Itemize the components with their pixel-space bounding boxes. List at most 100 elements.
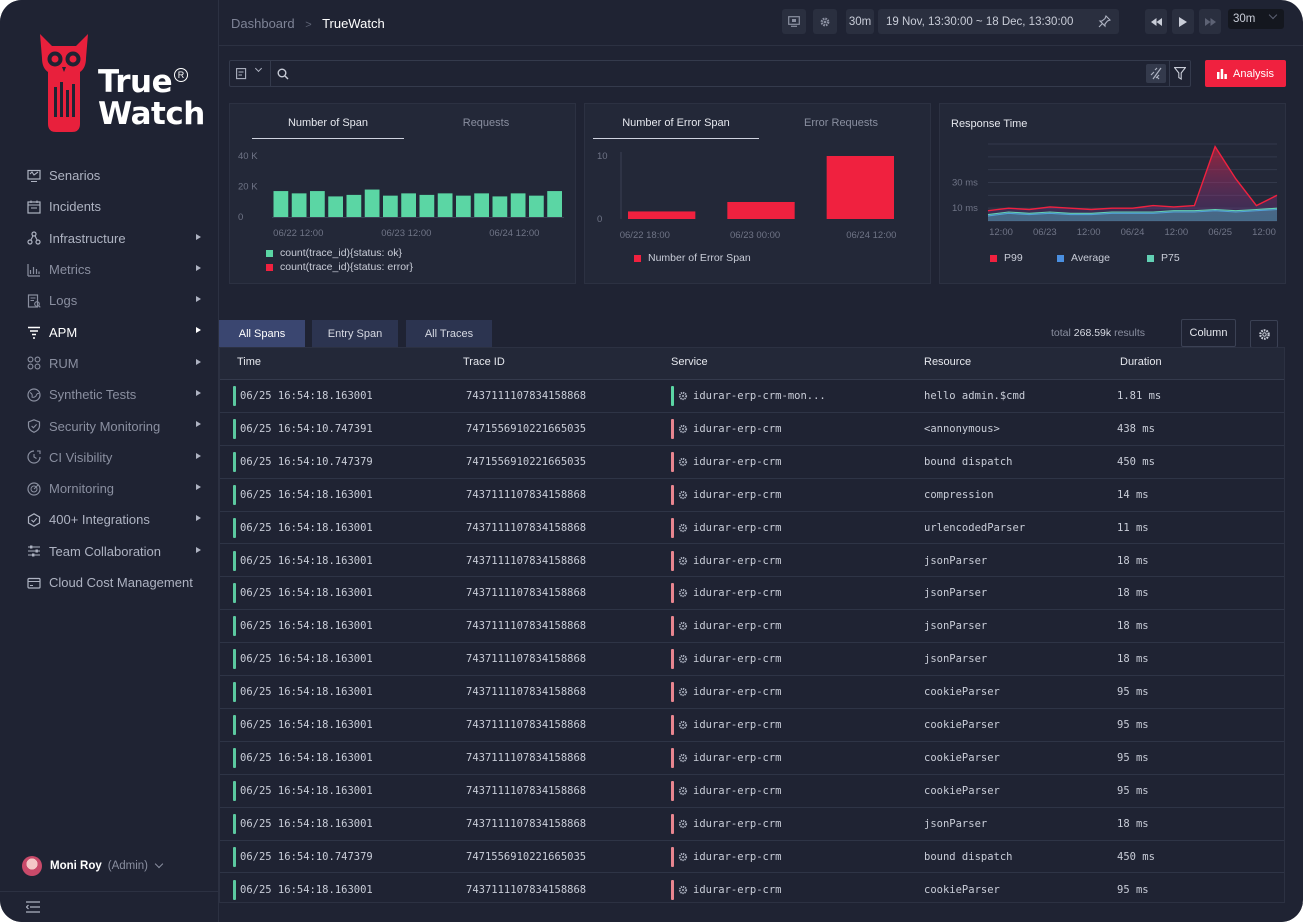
time-preset-button[interactable]: 30m: [846, 9, 874, 34]
cell-trace-id[interactable]: 7437111107834158868: [466, 653, 586, 665]
cell-service[interactable]: idurar-erp-crm: [693, 653, 782, 665]
table-row[interactable]: 06/25 16:54:18.163001 7437111107834158868…: [220, 709, 1284, 742]
screen-icon: [788, 16, 800, 27]
table-row[interactable]: 06/25 16:54:18.163001 7437111107834158868…: [220, 577, 1284, 611]
table-row[interactable]: 06/25 16:54:18.163001 7437111107834158868…: [220, 643, 1284, 677]
table-row[interactable]: 06/25 16:54:18.163001 7437111107834158868…: [220, 775, 1284, 808]
table-row[interactable]: 06/25 16:54:18.163001 7437111107834158868…: [220, 874, 1284, 903]
tab-all-traces[interactable]: All Traces: [406, 320, 492, 348]
sidebar-item-logs[interactable]: Logs: [0, 285, 219, 316]
table-row[interactable]: 06/25 16:54:10.747391 7471556910221665035…: [220, 413, 1284, 446]
cell-service[interactable]: idurar-erp-crm: [693, 785, 782, 797]
sidebar-item-ci-visibility[interactable]: CI Visibility: [0, 442, 219, 473]
legend-status-error[interactable]: count(trace_id){status: error}: [266, 261, 413, 273]
sidebar-item-senarios[interactable]: Senarios: [0, 160, 219, 191]
cell-trace-id[interactable]: 7471556910221665035: [466, 423, 586, 435]
sidebar-item-team-collaboration[interactable]: Team Collaboration: [0, 536, 219, 567]
col-resource[interactable]: Resource: [924, 356, 971, 368]
cell-trace-id[interactable]: 7437111107834158868: [466, 620, 586, 632]
legend-status-ok[interactable]: count(trace_id){status: ok}: [266, 247, 402, 259]
legend-error-span[interactable]: Number of Error Span: [634, 252, 751, 264]
cell-trace-id[interactable]: 7437111107834158868: [466, 818, 586, 830]
tv-mode-button[interactable]: [782, 9, 806, 34]
legend-p75[interactable]: P75: [1147, 252, 1180, 264]
settings-button[interactable]: [813, 9, 837, 34]
truewatch-logo[interactable]: True Watch R: [36, 32, 206, 136]
cell-service[interactable]: idurar-erp-crm: [693, 719, 782, 731]
table-row[interactable]: 06/25 16:54:18.163001 7437111107834158868…: [220, 512, 1284, 545]
collapse-sidebar-icon[interactable]: [26, 901, 40, 913]
filter-icon[interactable]: [1174, 67, 1186, 80]
sidebar-item-metrics[interactable]: Metrics: [0, 254, 219, 285]
breadcrumb-dashboard[interactable]: Dashboard: [231, 16, 295, 31]
table-row[interactable]: 06/25 16:54:18.163001 7437111107834158868…: [220, 808, 1284, 841]
rewind-button[interactable]: [1145, 9, 1167, 34]
cell-service[interactable]: idurar-erp-crm: [693, 752, 782, 764]
analysis-button[interactable]: Analysis: [1205, 60, 1286, 87]
sidebar-item-mornitoring[interactable]: Mornitoring: [0, 473, 219, 504]
cell-trace-id[interactable]: 7437111107834158868: [466, 884, 586, 896]
cell-trace-id[interactable]: 7437111107834158868: [466, 555, 586, 567]
sidebar-item-cloud-cost-management[interactable]: Cloud Cost Management: [0, 567, 219, 598]
time-range-picker[interactable]: 19 Nov, 13:30:00 ~ 18 Dec, 13:30:00: [878, 9, 1119, 34]
table-settings-button[interactable]: [1250, 320, 1278, 348]
unlink-button[interactable]: [1146, 64, 1166, 83]
col-duration[interactable]: Duration: [1120, 356, 1162, 368]
cell-trace-id[interactable]: 7437111107834158868: [466, 489, 586, 501]
table-row[interactable]: 06/25 16:54:18.163001 7437111107834158868…: [220, 742, 1284, 775]
sidebar-item-400-integrations[interactable]: 400+ Integrations: [0, 504, 219, 535]
table-row[interactable]: 06/25 16:54:18.163001 7437111107834158868…: [220, 610, 1284, 644]
cell-service[interactable]: idurar-erp-crm: [693, 818, 782, 830]
cell-service[interactable]: idurar-erp-crm: [693, 851, 782, 863]
cell-service[interactable]: idurar-erp-crm: [693, 587, 782, 599]
cell-service[interactable]: idurar-erp-crm: [693, 620, 782, 632]
cell-service[interactable]: idurar-erp-crm: [693, 522, 782, 534]
col-service[interactable]: Service: [671, 356, 708, 368]
table-row[interactable]: 06/25 16:54:10.747379 7471556910221665035…: [220, 841, 1284, 874]
cell-duration: 18 ms: [1117, 587, 1149, 600]
table-row[interactable]: 06/25 16:54:10.747379 7471556910221665035…: [220, 446, 1284, 479]
tab-entry-span[interactable]: Entry Span: [312, 320, 398, 348]
sidebar-item-rum[interactable]: RUM: [0, 348, 219, 379]
cell-service[interactable]: idurar-erp-crm: [693, 456, 782, 468]
legend-average[interactable]: Average: [1057, 252, 1110, 264]
sidebar-item-security-monitoring[interactable]: Security Monitoring: [0, 410, 219, 441]
sidebar-item-incidents[interactable]: Incidents: [0, 191, 219, 222]
chevron-down-icon[interactable]: [254, 64, 263, 73]
cell-service[interactable]: idurar-erp-crm: [693, 686, 782, 698]
sidebar-item-infrastructure[interactable]: Infrastructure: [0, 223, 219, 254]
legend-p99[interactable]: P99: [990, 252, 1023, 264]
cell-trace-id[interactable]: 7437111107834158868: [466, 587, 586, 599]
table-row[interactable]: 06/25 16:54:18.163001 7437111107834158868…: [220, 676, 1284, 709]
cell-time: 06/25 16:54:18.163001: [240, 719, 373, 731]
sidebar-item-apm[interactable]: APM: [0, 316, 219, 347]
col-time[interactable]: Time: [237, 356, 261, 368]
cell-service[interactable]: idurar-erp-crm: [693, 489, 782, 501]
play-button[interactable]: [1172, 9, 1194, 34]
cell-trace-id[interactable]: 7471556910221665035: [466, 851, 586, 863]
cell-trace-id[interactable]: 7437111107834158868: [466, 390, 586, 402]
table-row[interactable]: 06/25 16:54:18.163001 7437111107834158868…: [220, 380, 1284, 413]
col-trace-id[interactable]: Trace ID: [463, 356, 505, 368]
cell-trace-id[interactable]: 7437111107834158868: [466, 785, 586, 797]
table-row[interactable]: 06/25 16:54:18.163001 7437111107834158868…: [220, 479, 1284, 512]
cell-trace-id[interactable]: 7437111107834158868: [466, 522, 586, 534]
table-row[interactable]: 06/25 16:54:18.163001 7437111107834158868…: [220, 545, 1284, 578]
refresh-interval-select[interactable]: 30m: [1228, 9, 1284, 29]
search-input[interactable]: [294, 64, 1134, 83]
user-menu[interactable]: Moni Roy (Admin): [22, 856, 164, 876]
column-button[interactable]: Column: [1181, 319, 1236, 347]
cell-service[interactable]: idurar-erp-crm-mon...: [693, 390, 826, 402]
cell-trace-id[interactable]: 7437111107834158868: [466, 752, 586, 764]
sidebar-item-synthetic-tests[interactable]: Synthetic Tests: [0, 379, 219, 410]
query-type-icon[interactable]: [236, 68, 249, 80]
cell-trace-id[interactable]: 7437111107834158868: [466, 719, 586, 731]
tab-all-spans[interactable]: All Spans: [219, 320, 305, 348]
pin-icon[interactable]: [1098, 15, 1111, 28]
cell-trace-id[interactable]: 7471556910221665035: [466, 456, 586, 468]
cell-service[interactable]: idurar-erp-crm: [693, 555, 782, 567]
fast-forward-button[interactable]: [1199, 9, 1221, 34]
cell-service[interactable]: idurar-erp-crm: [693, 423, 782, 435]
cell-service[interactable]: idurar-erp-crm: [693, 884, 782, 896]
cell-trace-id[interactable]: 7437111107834158868: [466, 686, 586, 698]
